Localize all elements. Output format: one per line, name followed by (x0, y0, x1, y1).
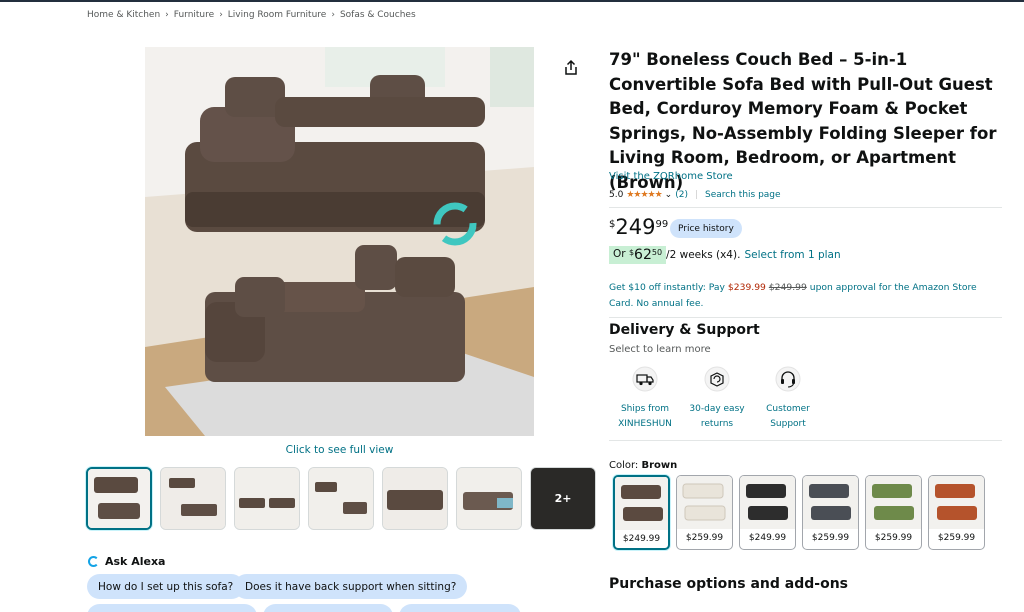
color-swatch-black[interactable]: $249.99 (739, 475, 796, 550)
rating-value: 5.0 (609, 190, 624, 200)
alexa-question-chip[interactable] (399, 604, 521, 612)
installment-prefix: Or (613, 248, 626, 260)
divider (609, 207, 1002, 208)
selected-color: Brown (641, 460, 678, 471)
feature-ships-from[interactable]: Ships from XINHESHUN (605, 366, 685, 432)
price-history-button[interactable]: Price history (670, 219, 742, 238)
card-offer-new-price: $239.99 (727, 282, 766, 293)
installment-whole: 62 (634, 247, 652, 263)
feature-label: Support (770, 419, 806, 429)
feature-support[interactable]: Customer Support (748, 366, 828, 432)
purchase-options-heading: Purchase options and add-ons (609, 576, 848, 592)
thumbnail[interactable] (234, 467, 300, 530)
ask-alexa-header: Ask Alexa (88, 555, 165, 568)
alexa-question-chip[interactable] (87, 604, 257, 612)
feature-label: Ships from (620, 404, 670, 414)
thumbnail-more[interactable]: 2+ (530, 467, 596, 530)
top-border (0, 0, 1024, 2)
store-link[interactable]: Visit the ZQRhome Store (609, 171, 733, 182)
feature-label: Customer (766, 404, 810, 414)
color-swatch-rust[interactable]: $259.99 (928, 475, 985, 550)
thumbnail[interactable] (382, 467, 448, 530)
color-swatch-cream[interactable]: $259.99 (676, 475, 733, 550)
breadcrumb: Home & Kitchen › Furniture › Living Room… (87, 10, 416, 20)
thumbnail[interactable] (86, 467, 152, 530)
price-whole: 249 (615, 215, 656, 239)
breadcrumb-item[interactable]: Home & Kitchen (87, 10, 160, 20)
swatch-image (677, 476, 732, 529)
swatch-price: $259.99 (685, 533, 724, 543)
thumbnail[interactable] (456, 467, 522, 530)
feature-returns[interactable]: 30-day easy returns (677, 366, 757, 432)
breadcrumb-item[interactable]: Furniture (174, 10, 214, 20)
breadcrumb-separator: › (165, 10, 169, 20)
share-icon[interactable] (562, 59, 580, 77)
installment-terms: /2 weeks (x4). (666, 249, 741, 261)
price: $ 249 99 (609, 215, 668, 239)
feature-label: 30-day easy (689, 404, 745, 414)
swatch-image (803, 476, 858, 529)
card-offer-text: Get $10 off instantly: Pay (609, 282, 725, 293)
search-this-page-link[interactable]: Search this page (705, 190, 781, 200)
divider (609, 440, 1002, 441)
color-swatches: $249.99 $259.99 $249.99 $259.99 $259.99 … (613, 475, 985, 550)
divider (609, 317, 1002, 318)
return-box-icon (704, 366, 730, 392)
installment-fraction: 50 (651, 248, 663, 257)
delivery-heading: Delivery & Support (609, 322, 760, 338)
ask-alexa-title: Ask Alexa (105, 555, 166, 568)
store-card-offer[interactable]: Get $10 off instantly: Pay $239.99 $249.… (609, 280, 1004, 312)
rating-row: 5.0 ★★★★★ ⌄ (2) | Search this page (609, 190, 781, 200)
star-rating-icon[interactable]: ★★★★★ (626, 190, 662, 200)
swatch-image (740, 476, 795, 529)
chevron-down-icon[interactable]: ⌄ (665, 190, 673, 200)
breadcrumb-item[interactable]: Sofas & Couches (340, 10, 416, 20)
select-plan-link[interactable]: Select from 1 plan (744, 249, 840, 261)
headset-icon (775, 366, 801, 392)
breadcrumb-separator: › (219, 10, 223, 20)
feature-label: XINHESHUN (618, 419, 672, 429)
breadcrumb-separator: › (331, 10, 335, 20)
swatch-price: $259.99 (937, 533, 976, 543)
more-images-count: 2+ (531, 468, 595, 529)
alexa-question-chip[interactable] (263, 604, 393, 612)
breadcrumb-item[interactable]: Living Room Furniture (228, 10, 327, 20)
rating-count-link[interactable]: (2) (675, 190, 688, 200)
swatch-price: $249.99 (622, 534, 661, 544)
swatch-price: $259.99 (874, 533, 913, 543)
price-fraction: 99 (655, 219, 669, 230)
alexa-question-chip[interactable]: Does it have back support when sitting? (234, 574, 468, 599)
swatch-image (929, 476, 984, 529)
divider: | (694, 190, 699, 200)
swatch-image (866, 476, 921, 529)
installment-price: Or $ 62 50 (609, 246, 667, 264)
sofa-illustration (145, 47, 534, 436)
thumbnail-strip: 2+ (86, 467, 596, 530)
delivery-subheading: Select to learn more (609, 344, 711, 355)
main-product-image[interactable] (145, 47, 534, 436)
thumbnail[interactable] (160, 467, 226, 530)
swatch-price: $249.99 (748, 533, 787, 543)
truck-icon (632, 366, 658, 392)
feature-label: returns (700, 419, 734, 429)
color-label-text: Color: (609, 460, 639, 471)
installment-offer: Or $ 62 50 /2 weeks (x4). Select from 1 … (609, 246, 841, 264)
thumbnail[interactable] (308, 467, 374, 530)
color-swatch-brown[interactable]: $249.99 (613, 475, 670, 550)
color-label: Color: Brown (609, 460, 677, 471)
alexa-icon (88, 556, 99, 567)
color-swatch-grey[interactable]: $259.99 (802, 475, 859, 550)
card-offer-old-price: $249.99 (768, 282, 807, 293)
see-full-view-link[interactable]: Click to see full view (145, 444, 534, 456)
swatch-image (615, 477, 668, 530)
swatch-price: $259.99 (811, 533, 850, 543)
alexa-question-chip[interactable]: How do I set up this sofa? (87, 574, 245, 599)
color-swatch-green[interactable]: $259.99 (865, 475, 922, 550)
